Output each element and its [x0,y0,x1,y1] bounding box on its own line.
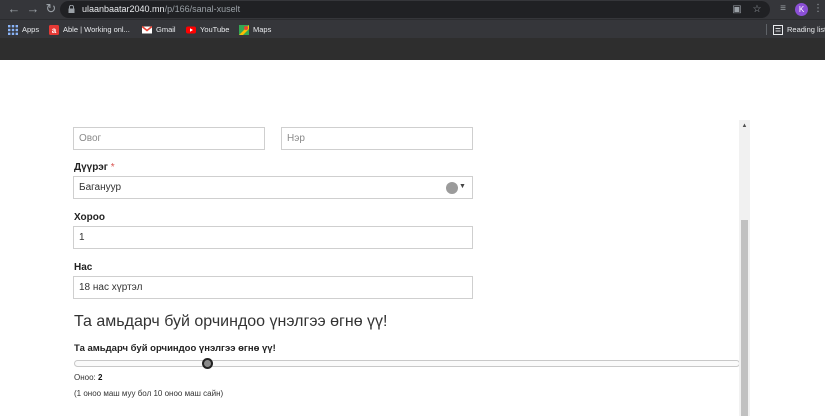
score-label: Оноо: [74,373,96,382]
firstname-input[interactable] [282,128,472,149]
menu-kebab-icon[interactable]: ⋮ [813,2,823,16]
able-icon: a [49,24,59,35]
lock-icon [68,5,75,13]
apps-grid-icon [8,24,18,35]
translate-icon[interactable]: ▣ [730,3,744,17]
page-scrollbar[interactable]: ▲ [739,120,750,416]
select-indicator-icon [446,182,458,194]
khoroo-label: Хороо [74,212,105,223]
scroll-up-arrow-icon[interactable]: ▲ [739,122,750,131]
svg-text:a: a [52,25,57,34]
district-value: Багануур [79,182,122,193]
rating-question-label: Та амьдарч буй орчиндоо үнэлгээ өгнө үү! [74,343,276,354]
khoroo-input[interactable] [74,227,472,248]
reading-list-button[interactable]: Reading list [773,22,825,37]
firstname-field[interactable] [281,127,473,150]
forward-arrow-icon[interactable]: → [25,1,41,17]
score-readout: Оноо: 2 [74,373,102,382]
rating-slider-track[interactable] [74,360,740,367]
chevron-down-icon: ▼ [459,183,466,190]
bookmark-youtube[interactable]: YouTube [186,22,229,37]
youtube-icon [186,26,196,33]
scroll-thumb[interactable] [741,220,748,416]
lastname-input[interactable] [74,128,264,149]
bookmark-maps[interactable]: Maps [239,22,271,37]
address-bar[interactable]: ulaanbaatar2040.mn/p/166/sanal-xuselt ▣ … [60,1,770,18]
media-queue-icon[interactable]: ≡ [776,2,790,16]
khoroo-field[interactable] [73,226,473,249]
bookmark-able[interactable]: a Able | Working onl... [49,22,130,37]
district-label: Дүүрэг * [74,162,115,173]
bookmark-apps[interactable]: Apps [8,22,39,37]
score-value: 2 [98,373,103,382]
back-arrow-icon[interactable]: ← [6,1,22,17]
rating-slider-thumb[interactable] [201,358,213,369]
required-mark: * [110,162,115,173]
age-label: Нас [74,262,93,273]
browser-toolbar: ← → ↻ ulaanbaatar2040.mn/p/166/sanal-xus… [0,0,825,19]
star-icon[interactable]: ☆ [750,3,764,17]
profile-avatar[interactable]: K [795,3,808,16]
bookmarks-bar: Apps a Able | Working onl... Gmail YouTu… [0,19,825,38]
site-header [0,38,825,60]
age-field[interactable] [73,276,473,299]
district-select[interactable]: Багануур ▼ [73,176,473,199]
bookmarks-divider [766,24,767,35]
gmail-icon [142,25,152,33]
url-text: ulaanbaatar2040.mn/p/166/sanal-xuselt [82,4,241,14]
reading-list-icon [773,24,783,35]
age-input[interactable] [74,277,472,298]
lastname-field[interactable] [73,127,265,150]
rating-section-title: Та амьдарч буй орчиндоо үнэлгээ өгнө үү! [74,313,388,330]
bookmark-gmail[interactable]: Gmail [142,22,176,37]
scale-note: (1 оноо маш муу бол 10 оноо маш сайн) [74,389,224,398]
reload-icon[interactable]: ↻ [43,1,59,17]
maps-icon [239,24,249,35]
